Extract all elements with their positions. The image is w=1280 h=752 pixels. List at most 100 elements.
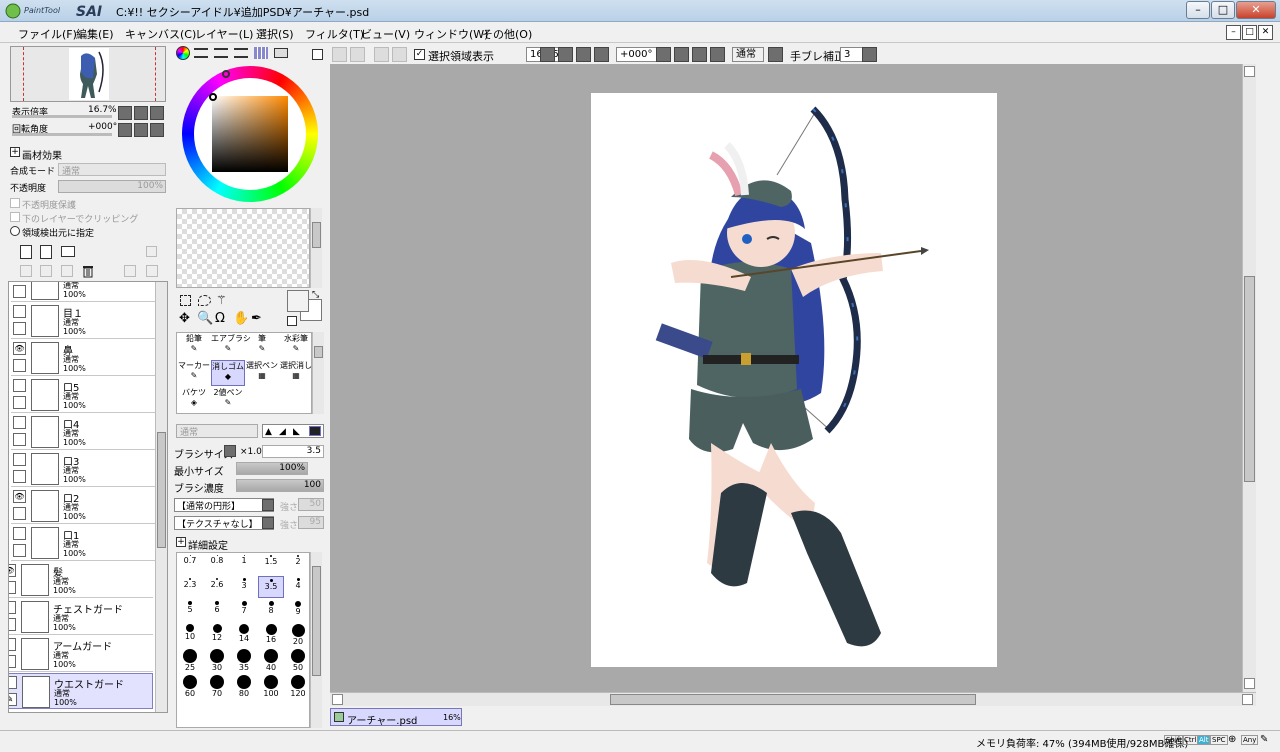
mdi-minimize-button[interactable]: – [1226,25,1241,40]
expand-icon[interactable]: + [176,537,186,547]
new-layer-icon[interactable] [20,245,32,259]
lock-toggle[interactable] [13,396,26,409]
pen-icon[interactable]: ✎ [9,693,17,706]
layer-item[interactable]: 👁 口2 通常 100% [11,488,155,524]
zoom-icon[interactable]: 🔍 [197,312,213,326]
hue-cursor[interactable] [222,70,230,78]
tool-binary-pen[interactable]: 2値ペン ✎ [211,387,245,413]
swatch-palette[interactable] [176,208,310,288]
lock-toggle[interactable] [9,655,16,668]
size-preset[interactable]: 70 [204,673,230,698]
size-preset-selected[interactable]: 3.5 [258,576,284,598]
layer-item-selected[interactable]: ✎ ウエストガード 通常 100% [9,673,153,709]
brush-size-scrollbar[interactable] [310,552,322,728]
color-wheel[interactable] [182,66,318,202]
size-preset[interactable]: 2 [285,553,311,575]
rotate-icon[interactable]: Ω [215,312,229,326]
size-preset[interactable]: 10 [177,622,203,644]
layer-item[interactable]: 👁 髪 通常 100% [9,562,153,598]
size-preset[interactable]: 20 [285,622,311,646]
size-preset[interactable]: 0.8 [204,553,230,575]
zoom-in-icon[interactable] [576,47,591,62]
zoom-reset-button[interactable] [150,106,164,120]
preserve-opacity-checkbox[interactable] [10,198,20,208]
texture-strength-value[interactable]: 95 [298,516,324,529]
size-preset[interactable]: 14 [231,622,257,644]
layer-list-scroll-thumb[interactable] [157,432,166,548]
layer-mask-icon[interactable] [124,265,136,277]
zoom-dropdown-icon[interactable] [540,47,555,62]
rotate-reset-icon[interactable] [710,47,725,62]
lock-toggle[interactable] [13,322,26,335]
brush-grid-scrollbar[interactable] [312,332,324,414]
reset-colors-icon[interactable] [287,316,297,326]
mdi-close-button[interactable]: ✕ [1258,25,1273,40]
size-preset[interactable]: 8 [258,599,284,621]
size-preset[interactable]: 30 [204,647,230,672]
lock-toggle[interactable] [13,544,26,557]
maximize-button[interactable]: □ [1211,1,1235,19]
panel-options-icon[interactable] [312,49,323,60]
canvas-page[interactable] [591,93,997,667]
swap-colors-icon[interactable]: ⤡ [312,290,322,300]
edge-hard-icon[interactable]: ▲ [265,427,272,437]
lock-toggle[interactable] [13,507,26,520]
size-preset[interactable]: 16 [258,622,284,644]
size-preset[interactable]: 50 [285,647,311,672]
size-preset[interactable]: 4 [285,576,311,598]
new-folder-icon[interactable] [61,246,75,257]
new-linework-layer-icon[interactable] [40,245,52,259]
menu-canvas[interactable]: キャンバス(C) [125,26,196,42]
scroll-left-icon[interactable] [332,694,343,705]
scroll-right-icon[interactable] [1242,694,1253,705]
scratchpad-tab-icon[interactable] [274,48,288,58]
menu-other[interactable]: その他(O) [482,26,532,42]
visibility-toggle[interactable] [13,527,26,540]
density-slider[interactable]: 100 [236,479,324,492]
swatch-tab-icon[interactable] [254,47,268,59]
zoom-out-icon[interactable] [558,47,573,62]
tool-watercolor[interactable]: 水彩筆 ✎ [279,333,313,359]
rotation-slider[interactable] [12,133,112,136]
edge-soft-icon[interactable]: ◣ [293,427,300,437]
visibility-toggle[interactable] [13,453,26,466]
canvas-area[interactable] [330,64,1256,706]
zoom-out-button[interactable] [118,106,132,120]
tool-pencil[interactable]: 鉛筆 ✎ [177,333,211,359]
layer-list-scrollbar[interactable] [155,282,167,712]
color-cursor[interactable] [209,93,217,101]
layer-item[interactable]: アームガード 通常 100% [9,636,153,672]
brush-edge-selector[interactable]: ▲ ◢ ◣ [262,424,324,438]
size-preset[interactable]: 3 [231,576,257,598]
visibility-toggle[interactable] [13,305,26,318]
visibility-toggle[interactable] [13,379,26,392]
menu-layer[interactable]: レイヤー(L) [195,26,253,42]
brush-texture-select[interactable]: 【テクスチャなし】 [174,516,274,530]
tool-select-pen[interactable]: 選択ペン ▦ [245,360,279,386]
size-preset[interactable]: 5 [177,599,203,621]
invert-selection-icon[interactable] [392,47,407,62]
zoom-fit-icon[interactable] [594,47,609,62]
layer-item[interactable]: 目１ 通常 100% [11,303,155,339]
clear-layer-icon[interactable] [61,265,73,277]
minimize-button[interactable]: – [1186,1,1210,19]
brush-texture-dropdown-icon[interactable] [262,517,274,529]
canvas-horizontal-scrollbar[interactable] [330,692,1256,706]
layer-item[interactable]: 口3 通常 100% [11,451,155,487]
zoom-in-button[interactable] [134,106,148,120]
document-tab[interactable]: アーチャー.psd 16% [330,708,462,727]
transfer-down-icon[interactable] [20,265,32,277]
clipping-checkbox[interactable] [10,212,20,222]
swatch-scrollbar[interactable] [310,208,322,288]
size-preset[interactable]: 0.7 [177,553,203,575]
mdi-restore-button[interactable]: □ [1242,25,1257,40]
size-preset[interactable]: 120 [285,673,311,698]
brush-size-dropdown[interactable] [224,445,236,457]
menu-file[interactable]: ファイル(F) [18,26,77,42]
undo-icon[interactable] [332,47,347,62]
show-selection-checkbox[interactable]: ✓ [414,49,425,60]
menu-edit[interactable]: 編集(E) [76,26,114,42]
layer-option-icon[interactable] [146,246,157,257]
canvas-vscroll-thumb[interactable] [1244,276,1255,482]
eyedropper-icon[interactable]: ✒ [251,312,265,326]
